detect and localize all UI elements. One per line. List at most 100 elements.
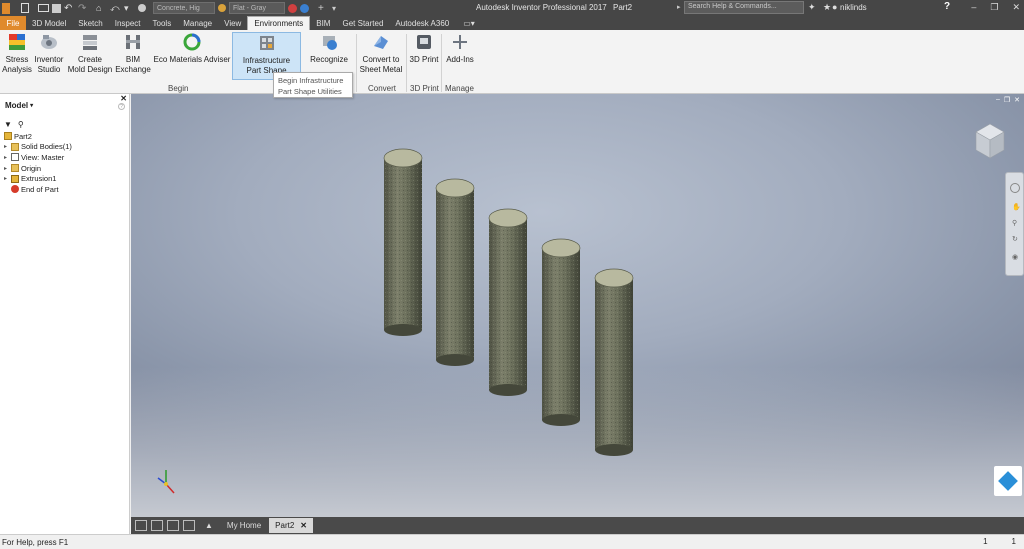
doc-tab-part2[interactable]: Part2 ✕ <box>269 518 313 533</box>
sheet-metal-icon <box>374 36 388 49</box>
tree-node-end-of-part[interactable]: End of Part <box>4 184 72 195</box>
extrusion-cylinder[interactable] <box>594 268 634 456</box>
eco-materials-adviser-label: Eco Materials Adviser <box>153 55 231 64</box>
recognize-label: Recognize <box>310 55 348 64</box>
create-mold-design-button[interactable]: Create Mold Design <box>66 32 114 75</box>
quick-access-toolbar: ↶ ↷ ⌂ ⤺ ▾ Concrete, Hig Flat - Gray + ▾ <box>0 0 343 16</box>
tree-node-extrusion[interactable]: ▸ Extrusion1 <box>4 173 72 184</box>
tab-inspect[interactable]: Inspect <box>109 16 147 30</box>
bim-exchange-label: BIM Exchange <box>115 55 151 74</box>
select-icon[interactable]: ▾ <box>124 3 135 14</box>
tree-item-label: View: Master <box>21 152 65 162</box>
home-icon[interactable]: ⌂ <box>96 3 107 14</box>
tab-file[interactable]: File <box>0 16 26 30</box>
browser-help-icon[interactable]: ? <box>118 103 125 110</box>
save-icon[interactable] <box>52 3 61 13</box>
inventor-studio-button[interactable]: Inventor Studio <box>33 32 65 75</box>
maximize-icon[interactable]: ❐ <box>990 2 998 13</box>
vertical-split-icon[interactable] <box>183 520 195 531</box>
redo-icon[interactable]: ↷ <box>78 3 89 14</box>
tab-get-started[interactable]: Get Started <box>336 16 389 30</box>
tree-node-origin[interactable]: ▸ Origin <box>4 163 72 174</box>
graphics-viewport[interactable]: – ❐ ✕ <box>131 94 1024 517</box>
tree-node-view-master[interactable]: ▸ View: Master <box>4 152 72 163</box>
grid-view-icon[interactable] <box>151 520 163 531</box>
extrusion-cylinder[interactable] <box>488 208 528 396</box>
tab-view[interactable]: View <box>218 16 247 30</box>
3d-print-button[interactable]: 3D Print <box>408 32 440 65</box>
expand-icon[interactable]: ▸ <box>4 165 11 172</box>
undo-icon[interactable]: ↶ <box>64 3 75 14</box>
add-ins-button[interactable]: Add-Ins <box>443 32 477 65</box>
appearance-select[interactable]: Flat - Gray <box>229 2 285 14</box>
user-icon[interactable]: ● <box>832 2 837 12</box>
browser-close-icon[interactable]: ✕ <box>120 94 127 103</box>
add-ins-plus-icon <box>453 35 467 49</box>
star-icon[interactable]: ★ <box>823 2 831 13</box>
clear-icon[interactable] <box>300 3 309 13</box>
stress-analysis-button[interactable]: Stress Analysis <box>2 32 32 75</box>
look-at-icon[interactable]: ◉ <box>1012 253 1018 261</box>
orbit-icon[interactable]: ↻ <box>1012 235 1018 243</box>
extrusion-cylinder[interactable] <box>435 178 475 366</box>
tab-manage[interactable]: Manage <box>177 16 218 30</box>
browser-header[interactable]: Model ▾ <box>0 94 129 116</box>
close-icon[interactable]: ✕ <box>1012 2 1020 13</box>
user-name[interactable]: niklinds <box>840 3 867 12</box>
stress-analysis-icon <box>9 34 25 50</box>
ribbon-toggle-icon[interactable]: ▭▾ <box>463 19 475 28</box>
expand-icon[interactable]: ▸ <box>4 143 11 150</box>
find-icon[interactable]: ⚲ <box>18 120 24 129</box>
tab-sketch[interactable]: Sketch <box>72 16 108 30</box>
tab-tools[interactable]: Tools <box>147 16 178 30</box>
a360-share-icon[interactable] <box>994 466 1022 496</box>
tile-icon[interactable] <box>135 520 147 531</box>
convert-sheet-metal-button[interactable]: Convert to Sheet Metal <box>358 32 404 75</box>
update-icon[interactable] <box>138 4 146 12</box>
eco-materials-adviser-button[interactable]: Eco Materials Adviser <box>152 32 232 65</box>
extrusion-cylinder[interactable] <box>383 148 423 336</box>
minimize-icon[interactable]: – <box>971 2 976 13</box>
viewcube-icon[interactable] <box>970 120 1010 162</box>
ribbon-tab-bar: File 3D Model Sketch Inspect Tools Manag… <box>0 16 1024 30</box>
tab-3d-model[interactable]: 3D Model <box>26 16 72 30</box>
horizontal-split-icon[interactable] <box>167 520 179 531</box>
doc-tab-label: My Home <box>226 521 262 530</box>
tab-menu-icon[interactable]: ▲ <box>205 521 213 530</box>
model-browser: ✕ Model ▾ ? ▼ ⚲ Part2 ▸ Solid Bodies(1) … <box>0 94 130 534</box>
filter-icon[interactable]: ▼ <box>4 120 12 129</box>
help-icon[interactable]: ? <box>944 1 950 12</box>
navigation-bar[interactable]: ✋ ⚲ ↻ ◉ <box>1005 172 1024 276</box>
return-icon[interactable]: ⤺ <box>110 3 121 14</box>
3d-print-icon <box>417 35 431 49</box>
doc-tab-my-home[interactable]: My Home <box>221 518 267 533</box>
plus-icon[interactable]: + <box>318 3 329 14</box>
tree-item-label: Extrusion1 <box>21 174 57 184</box>
bim-exchange-button[interactable]: BIM Exchange <box>115 32 151 75</box>
steering-wheel-icon[interactable] <box>1010 183 1020 193</box>
zoom-icon[interactable]: ⚲ <box>1012 219 1017 227</box>
expand-icon[interactable]: ▸ <box>4 175 11 182</box>
search-input[interactable]: Search Help & Commands... <box>684 1 804 14</box>
new-icon[interactable] <box>21 3 29 13</box>
adjust-icon[interactable] <box>288 3 297 13</box>
tab-environments[interactable]: Environments <box>247 16 311 30</box>
recognize-button[interactable]: Recognize <box>304 32 354 65</box>
app-logo-icon[interactable] <box>2 2 10 14</box>
expand-icon[interactable]: ▸ <box>4 154 11 161</box>
tree-node-solid-bodies[interactable]: ▸ Solid Bodies(1) <box>4 142 72 153</box>
binoculars-icon[interactable]: ✦ <box>808 2 816 13</box>
customize-icon[interactable]: ▾ <box>332 3 343 14</box>
pan-icon[interactable]: ✋ <box>1012 203 1021 211</box>
tab-autodesk-a360[interactable]: Autodesk A360 <box>389 16 455 30</box>
recognize-icon <box>323 36 337 50</box>
tree-node-root[interactable]: Part2 <box>4 131 72 142</box>
browser-tree: Part2 ▸ Solid Bodies(1) ▸ View: Master ▸… <box>4 131 72 195</box>
panel-label-3d-print: 3D Print <box>410 84 439 93</box>
tab-bim[interactable]: BIM <box>310 16 336 30</box>
extrusion-cylinder[interactable] <box>541 238 581 426</box>
3d-print-label: 3D Print <box>409 55 439 64</box>
doc-tab-close-icon[interactable]: ✕ <box>300 521 307 530</box>
material-select[interactable]: Concrete, Hig <box>153 2 215 14</box>
open-icon[interactable] <box>38 4 49 12</box>
